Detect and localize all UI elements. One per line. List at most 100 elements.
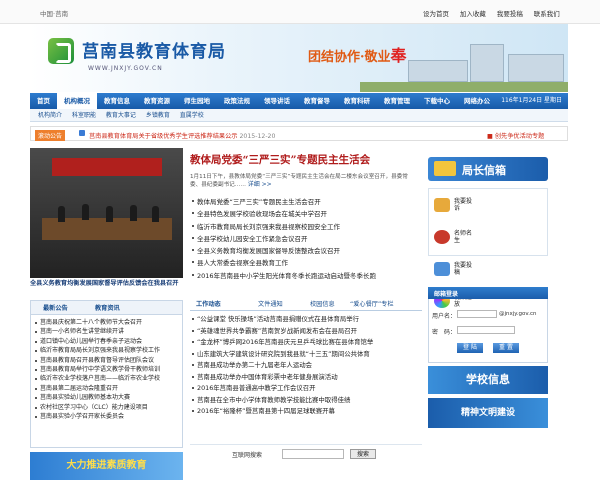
- login-button[interactable]: 登 陆: [457, 343, 483, 353]
- list-item[interactable]: 全县特色发展学校验收现场会在城关中学召开: [190, 208, 422, 220]
- mail-login-title: 邮箱登录: [434, 291, 459, 298]
- subnav-item[interactable]: 直属学校: [180, 112, 204, 119]
- list-item[interactable]: 临沂市农业学校落户莒南——临沂市农业学校: [33, 374, 181, 383]
- nav-item-supervision[interactable]: 教育督导: [297, 93, 337, 109]
- envelope-icon: [434, 161, 456, 176]
- nav-item-policy[interactable]: 政策法规: [217, 93, 257, 109]
- main-news-list: 教体局党委“三严三实”专题民主生活会召开 全县特色发展学校验收现场会在城关中学召…: [190, 196, 422, 282]
- list-item[interactable]: 莒南县第二届运动会隆重召开: [33, 384, 181, 393]
- notice-date: 2015-12-20: [239, 133, 276, 140]
- subnav-item[interactable]: 乡镇教育: [146, 112, 170, 119]
- search-bar: 互联网搜索 搜索: [190, 444, 422, 462]
- search-input[interactable]: [282, 449, 344, 459]
- person-icon: [130, 205, 137, 221]
- list-item[interactable]: 莒南县成功举办中国体育彩票中老年健身展演活动: [190, 372, 422, 384]
- submit-button[interactable]: 我要投稿: [429, 253, 489, 285]
- nav-item-teachers[interactable]: 师生园地: [177, 93, 217, 109]
- school-info-banner[interactable]: 学校信息: [428, 366, 548, 394]
- reset-button[interactable]: 重 置: [493, 343, 519, 353]
- photo-caption[interactable]: 全县义务教育均衡发展国家督导评估反馈会在我县召开: [30, 278, 183, 287]
- password-label: 密 码：: [432, 329, 457, 336]
- nav-item-office[interactable]: 网络办公: [457, 93, 497, 109]
- list-item[interactable]: 2016年莒南县普通高中教学工作会议召开: [190, 383, 422, 395]
- list-item[interactable]: “金龙杯”博乒网2016年莒南县庆元旦乒乓球比赛在县体育馆举: [190, 337, 422, 349]
- list-item[interactable]: 2016年莒南县中小学生阳光体育冬季长跑运动启动暨冬季长跑: [190, 270, 422, 282]
- list-item[interactable]: 莒南县庆祝第二十八个教师节大会召开: [33, 318, 181, 327]
- list-item[interactable]: 莒南县成功举办第二十九届老年人运动会: [190, 360, 422, 372]
- list-item[interactable]: 临沂市教育局局长刘京强来我县视察校园安全工作: [190, 221, 422, 233]
- mid-tab-row: 工作动态 文件通知 校园信息 “爱心餐厅”专栏: [190, 297, 422, 311]
- nav-date: 116年1月24日 星期日: [501, 97, 562, 104]
- site-title: 莒南县教育体育局: [82, 42, 226, 62]
- notice-tag: 滚动公告: [35, 130, 66, 141]
- complaint-button[interactable]: 我要投诉: [429, 189, 489, 221]
- list-item[interactable]: “英雄魂世界共争霸赛”莒南贺岁战新闻发布会在县局召开: [190, 326, 422, 338]
- tab-love-canteen[interactable]: “爱心餐厅”专栏: [350, 299, 394, 308]
- nav-item-resources[interactable]: 教育资源: [137, 93, 177, 109]
- subnav-item[interactable]: 教育大事记: [106, 112, 136, 119]
- list-item[interactable]: 全县义务教育均衡发展国家督导反馈整改会议召开: [190, 245, 422, 257]
- person-icon: [82, 204, 89, 220]
- famous-teacher-button[interactable]: 名师名生: [429, 221, 489, 253]
- nav-item-edu-info[interactable]: 教育信息: [97, 93, 137, 109]
- list-item[interactable]: 莒南县教育局召开县教育督导评估团队会议: [33, 356, 181, 365]
- nav-item-download[interactable]: 下载中心: [417, 93, 457, 109]
- director-mailbox-header[interactable]: 局长信箱: [428, 157, 548, 181]
- list-item[interactable]: 莒南一小名师名生讲堂继续开讲: [33, 327, 181, 336]
- list-item[interactable]: 全县学校幼儿园安全工作紧急会议召开: [190, 233, 422, 245]
- tab-documents[interactable]: 文件通知: [258, 299, 283, 308]
- nav-item-home[interactable]: 首页: [30, 93, 57, 109]
- list-item[interactable]: 农村社区学习中心（CLC）能力建设项目: [33, 403, 181, 412]
- subnav-item[interactable]: 机构简介: [38, 112, 62, 119]
- list-item[interactable]: 临沂市教育局局长刘京强来我县视察学校工作: [33, 346, 181, 355]
- more-link[interactable]: 详细 >>: [248, 181, 272, 188]
- subnav-item[interactable]: 科室职能: [72, 112, 96, 119]
- list-item[interactable]: 教体局党委“三严三实”专题民主生活会召开: [190, 196, 422, 208]
- famous-teacher-label: 名师名生: [454, 230, 473, 244]
- special-topic-link[interactable]: ■ 创先争优活动专题: [487, 131, 544, 140]
- tab-work-news[interactable]: 工作动态: [196, 299, 221, 308]
- famous-teacher-icon: [434, 230, 450, 244]
- civilization-banner[interactable]: 精神文明建设: [428, 398, 548, 428]
- list-item[interactable]: 县人大常委会视察全县教育工作: [190, 257, 422, 269]
- add-favorite-link[interactable]: 加入收藏: [460, 10, 486, 18]
- site-url: WWW.JNXJY.GOV.CN: [88, 65, 163, 72]
- mail-login-header: 邮箱登录: [428, 287, 548, 299]
- mailbox-grid: 我要投诉 名师名生 我要投稿 视频播放: [428, 188, 548, 308]
- nav-item-speech[interactable]: 领导讲话: [257, 93, 297, 109]
- building-icon: [470, 44, 504, 82]
- news-photo[interactable]: [30, 148, 183, 278]
- list-item[interactable]: 山东建筑大学建筑设计研究院到我县就“十三五”期间公共体育: [190, 349, 422, 361]
- nav-item-management[interactable]: 教育管理: [377, 93, 417, 109]
- password-input[interactable]: [457, 326, 515, 334]
- main-nav: 首页 机构概况 教育信息 教育资源 师生园地 政策法规 领导讲话 教育督导 教育…: [30, 93, 568, 109]
- tab-edu-news[interactable]: 教育资讯: [95, 303, 120, 312]
- lawn-icon: [360, 82, 568, 92]
- list-item[interactable]: 莒南县实验小学召开家长委员会: [33, 412, 181, 421]
- list-item[interactable]: 莒南县在全市中小学体育教师教学技能比赛中取得佳绩: [190, 395, 422, 407]
- slogan-highlight: 奉: [390, 46, 407, 65]
- location-text: 中国·莒南: [40, 10, 69, 18]
- left-news-box: 最新公告 教育资讯 莒南县庆祝第二十八个教师节大会召开 莒南一小名师名生讲堂继续…: [30, 300, 183, 448]
- nav-item-about[interactable]: 机构概况: [57, 93, 97, 109]
- list-item[interactable]: 道口镇中心幼儿园举行春季亲子运动会: [33, 337, 181, 346]
- header-banner: 莒南县教育体育局 WWW.JNXJY.GOV.CN 团结协作·敬业奉: [30, 24, 568, 92]
- list-item[interactable]: “公益课堂 快乐操场”活动莒南县捐赠仪式在县体育局举行: [190, 314, 422, 326]
- page: 中国·莒南 设为首页 加入收藏 我要投稿 联系我们 莒南县教育体育局 WWW.J…: [0, 0, 600, 492]
- contact-us-link[interactable]: 联系我们: [534, 10, 560, 18]
- work-news-list: “公益课堂 快乐操场”活动莒南县捐赠仪式在县体育局举行 “英雄魂世界共争霸赛”莒…: [190, 314, 422, 418]
- feature-headline[interactable]: 教体局党委“三严三实”专题民主生活会: [190, 152, 418, 167]
- username-label: 用户名：: [432, 313, 457, 320]
- submit-article-link[interactable]: 我要投稿: [497, 10, 523, 18]
- tab-latest-notice[interactable]: 最新公告: [43, 303, 68, 312]
- list-item[interactable]: 莒南县教育局举行中学语文教学骨干教师培训: [33, 365, 181, 374]
- list-item[interactable]: 2016年“裕隆杯”暨莒南县第十四届足球联赛开幕: [190, 406, 422, 418]
- quality-education-banner[interactable]: 大力推进素质教育: [30, 452, 183, 480]
- nav-item-research[interactable]: 教育科研: [337, 93, 377, 109]
- set-homepage-link[interactable]: 设为首页: [423, 10, 449, 18]
- list-item[interactable]: 莒南县实验幼儿园教师基本功大赛: [33, 393, 181, 402]
- search-button[interactable]: 搜索: [350, 449, 376, 459]
- username-input[interactable]: [457, 310, 497, 318]
- notice-link[interactable]: 莒南县教育体育局关于省级优秀学生评选推荐结果公示 2015-12-20: [89, 131, 275, 140]
- tab-campus-info[interactable]: 校园信息: [310, 299, 335, 308]
